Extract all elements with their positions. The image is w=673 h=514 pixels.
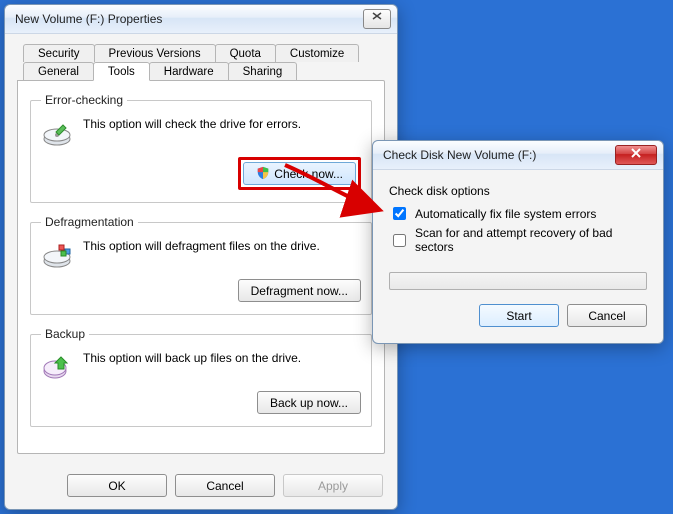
cancel-button[interactable]: Cancel (175, 474, 275, 497)
tab-panel-tools: Error-checking This option will check th… (17, 80, 385, 454)
legend-backup: Backup (41, 327, 89, 341)
group-error-checking: Error-checking This option will check th… (30, 93, 372, 203)
tab-sharing[interactable]: Sharing (228, 62, 298, 80)
defrag-icon (41, 239, 73, 271)
defragment-now-button[interactable]: Defragment now... (238, 279, 361, 302)
cd-progress-bar (389, 272, 647, 290)
start-button[interactable]: Start (479, 304, 559, 327)
tab-previous-versions[interactable]: Previous Versions (94, 44, 216, 62)
dialog-button-row: OK Cancel Apply (5, 466, 397, 509)
highlight-check-now: Check now... (238, 157, 361, 190)
tab-tools[interactable]: Tools (93, 62, 150, 81)
group-defragmentation: Defragmentation This option will defragm… (30, 215, 372, 315)
drive-check-icon (41, 117, 73, 149)
tab-customize[interactable]: Customize (275, 44, 359, 62)
uac-shield-icon (256, 166, 270, 180)
cd-group-label: Check disk options (389, 184, 647, 198)
check-now-button[interactable]: Check now... (243, 162, 356, 185)
apply-button[interactable]: Apply (283, 474, 383, 497)
tab-general[interactable]: General (23, 62, 94, 80)
defrag-desc: This option will defragment files on the… (83, 239, 361, 253)
cd-opt2-checkbox[interactable] (393, 234, 406, 247)
cd-opt1-checkbox[interactable] (393, 207, 406, 220)
properties-window: New Volume (F:) Properties Security Prev… (4, 4, 398, 510)
titlebar: New Volume (F:) Properties (5, 5, 397, 34)
cd-opt-scan-bad-sectors[interactable]: Scan for and attempt recovery of bad sec… (389, 226, 647, 254)
tab-hardware[interactable]: Hardware (149, 62, 229, 80)
window-title: New Volume (F:) Properties (15, 12, 359, 26)
cd-titlebar: Check Disk New Volume (F:) (373, 141, 663, 170)
back-up-now-button[interactable]: Back up now... (257, 391, 361, 414)
tab-quota[interactable]: Quota (215, 44, 276, 62)
close-icon[interactable] (363, 9, 391, 29)
tab-row-1: Security Previous Versions Quota Customi… (23, 44, 385, 62)
cd-opt-autofix[interactable]: Automatically fix file system errors (389, 204, 647, 223)
legend-defragmentation: Defragmentation (41, 215, 138, 229)
cd-window-title: Check Disk New Volume (F:) (383, 148, 611, 162)
ok-button[interactable]: OK (67, 474, 167, 497)
cd-cancel-button[interactable]: Cancel (567, 304, 647, 327)
group-backup: Backup This option will back up files on… (30, 327, 372, 427)
backup-icon (41, 351, 73, 383)
tab-row-2: General Tools Hardware Sharing (23, 62, 385, 80)
close-icon[interactable] (615, 145, 657, 165)
backup-desc: This option will back up files on the dr… (83, 351, 361, 365)
tab-security[interactable]: Security (23, 44, 95, 62)
legend-error-checking: Error-checking (41, 93, 127, 107)
error-checking-desc: This option will check the drive for err… (83, 117, 361, 131)
check-disk-window: Check Disk New Volume (F:) Check disk op… (372, 140, 664, 344)
